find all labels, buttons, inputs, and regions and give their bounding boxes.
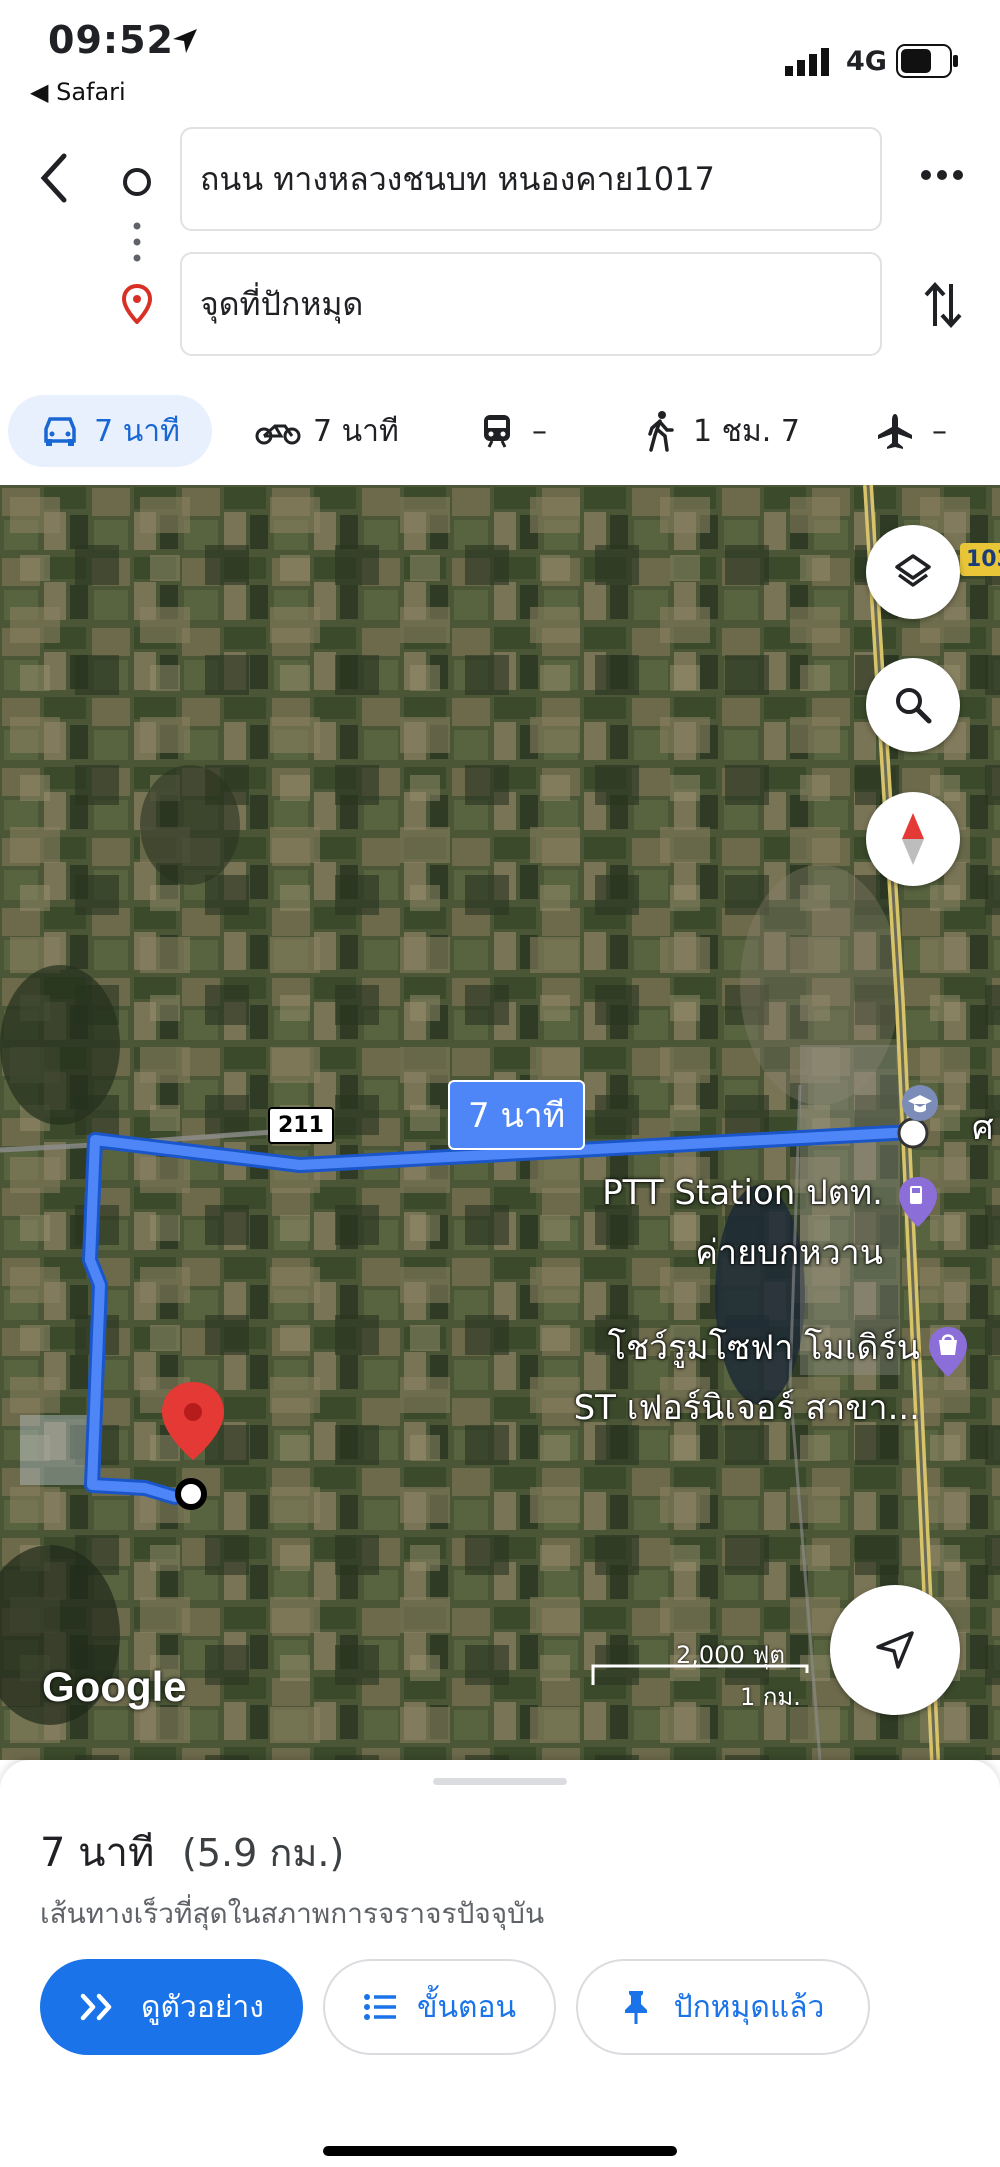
my-location-button[interactable] xyxy=(830,1585,960,1715)
compass-button[interactable] xyxy=(866,792,960,886)
scale-km-label: 1 กม. xyxy=(740,1683,801,1711)
back-arrow-icon[interactable] xyxy=(36,152,72,204)
car-icon xyxy=(44,417,76,446)
satellite-map[interactable]: 7 นาที 211 103 ศ PTT Station ปตท. ค่ายบก… xyxy=(0,485,1000,1760)
poi-sofa-showroom-label[interactable]: โชว์รูมโซฟา โมเดิร์น ST เฟอร์นิเจอร์ สาข… xyxy=(470,1320,920,1434)
route-description: เส้นทางเร็วที่สุดในสภาพการจราจรปัจจุบัน xyxy=(40,1897,545,1930)
poi-sofa-line1: โชว์รูมโซฟา โมเดิร์น xyxy=(607,1328,920,1368)
tab-driving-label: 7 นาที xyxy=(94,413,180,449)
train-icon xyxy=(484,415,510,448)
poi-ptt-station-label[interactable]: PTT Station ปตท. ค่ายบกหวาน xyxy=(553,1165,883,1279)
tab-transit[interactable]: – xyxy=(482,395,547,467)
road-shield-211: 211 xyxy=(268,1107,334,1144)
destination-pin-icon xyxy=(122,284,152,324)
tab-transit-label: – xyxy=(532,413,547,449)
network-type: 4G xyxy=(846,46,887,77)
road-shield-103: 103 xyxy=(960,543,1000,576)
location-arrow-icon xyxy=(173,29,197,53)
status-time: 09:52 xyxy=(48,18,174,62)
airplane-icon xyxy=(878,414,912,449)
search-map-button[interactable] xyxy=(866,658,960,752)
preview-button[interactable]: ดูตัวอย่าง xyxy=(40,1959,303,2055)
pin-icon xyxy=(624,1991,647,2024)
pinned-button-label: ปักหมุดแล้ว xyxy=(673,1989,825,2025)
poi-ptt-line2: ค่ายบกหวาน xyxy=(695,1233,883,1273)
battery-icon xyxy=(896,44,958,78)
edge-place-label: ศ xyxy=(972,1108,994,1148)
school-icon[interactable] xyxy=(900,1083,940,1123)
google-watermark: Google xyxy=(42,1663,187,1710)
search-icon xyxy=(896,688,932,724)
poi-ptt-line1: PTT Station ปตท. xyxy=(602,1173,883,1213)
tab-motorcycle[interactable]: 7 นาที xyxy=(255,395,399,467)
compass-icon xyxy=(902,813,924,865)
gas-station-pin-icon[interactable] xyxy=(896,1175,940,1229)
tab-driving[interactable]: 7 นาที xyxy=(8,395,212,467)
double-chevron-icon xyxy=(80,1993,112,2021)
swap-icon[interactable] xyxy=(923,280,963,330)
motorcycle-icon xyxy=(255,424,301,445)
steps-button[interactable]: ขั้นตอน xyxy=(323,1959,556,2055)
navigation-arrow-icon xyxy=(876,1631,914,1669)
route-summary-sheet[interactable]: 7 นาที (5.9 กม.) เส้นทางเร็วที่สุดในสภาพ… xyxy=(0,1760,1000,2167)
tab-motorcycle-label: 7 นาที xyxy=(313,413,399,449)
destination-input[interactable]: จุดที่ปักหมุด xyxy=(180,252,882,356)
more-options-icon[interactable] xyxy=(920,168,964,182)
layers-icon xyxy=(895,554,931,587)
route-duration: 7 นาที xyxy=(40,1830,155,1876)
destination-pin-icon[interactable] xyxy=(158,1380,228,1510)
pinned-button[interactable]: ปักหมุดแล้ว xyxy=(576,1959,870,2055)
shopping-pin-icon[interactable] xyxy=(926,1325,970,1379)
status-bar: 09:52 ◀ Safari 4G xyxy=(0,0,1000,106)
tab-walking-label: 1 ชม. 7 xyxy=(693,413,800,449)
tab-walking[interactable]: 1 ชม. 7 xyxy=(645,395,800,467)
origin-input[interactable]: ถนน ทางหลวงชนบท หนองคาย1017 xyxy=(180,127,882,231)
walking-icon xyxy=(648,411,674,452)
route-distance: (5.9 กม.) xyxy=(182,1831,345,1875)
steps-button-label: ขั้นตอน xyxy=(416,1989,517,2025)
tab-flight-label: – xyxy=(932,413,947,449)
route-dots-icon xyxy=(133,222,141,262)
layers-button[interactable] xyxy=(866,525,960,619)
origin-circle-icon xyxy=(123,168,151,196)
tab-flight[interactable]: – xyxy=(876,395,947,467)
list-icon xyxy=(363,1994,396,2020)
poi-sofa-line2: ST เฟอร์นิเจอร์ สาขา... xyxy=(573,1388,920,1428)
route-duration-label: 7 นาที xyxy=(448,1080,586,1150)
home-indicator xyxy=(323,2146,677,2156)
back-to-safari-link[interactable]: ◀ Safari xyxy=(30,78,126,106)
sheet-drag-handle[interactable] xyxy=(433,1778,567,1785)
preview-button-label: ดูตัวอย่าง xyxy=(141,1989,264,2025)
signal-icon xyxy=(785,48,829,76)
